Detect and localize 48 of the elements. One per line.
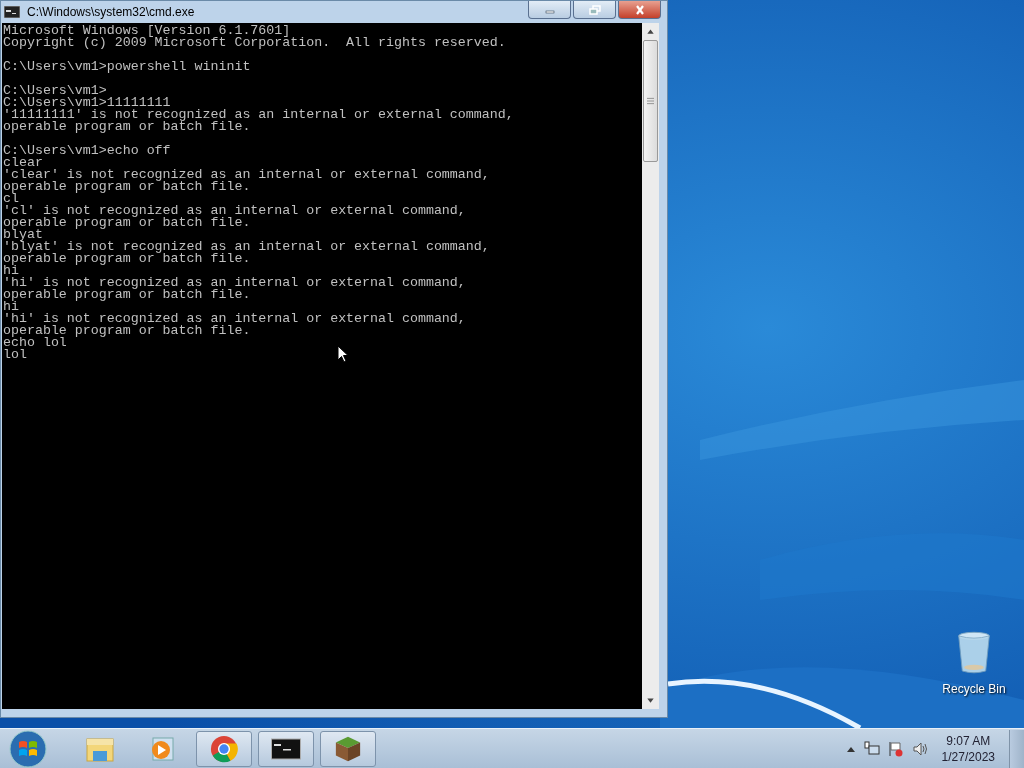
console-line: operable program or batch file. bbox=[3, 181, 251, 193]
console-line: '11111111' is not recognized as an internal or external command, bbox=[3, 109, 514, 121]
restore-icon bbox=[588, 4, 601, 15]
console-line: operable program or batch file. bbox=[3, 253, 251, 265]
console-line: Copyright (c) 2009 Microsoft Corporation. All rights reserved. bbox=[3, 37, 506, 49]
console-line: 'cl' is not recognized as an internal or external command, bbox=[3, 205, 466, 217]
pointer-icon bbox=[337, 345, 349, 363]
taskbar-button[interactable] bbox=[258, 730, 314, 767]
grip-icon bbox=[647, 97, 654, 105]
console-line: 'hi' is not recognized as an internal or external command, bbox=[3, 313, 466, 325]
console-line: hi bbox=[3, 301, 19, 313]
clock[interactable]: 9:07 AM 1/27/2023 bbox=[935, 732, 1001, 765]
console-line: Microsoft Windows [Version 6.1.7601] bbox=[3, 25, 291, 37]
clock-date: 1/27/2023 bbox=[941, 748, 995, 765]
console-line: C:\Users\vm1>11111111 bbox=[3, 97, 171, 109]
close-button[interactable] bbox=[618, 1, 661, 19]
console-line: 'hi' is not recognized as an internal or external command, bbox=[3, 277, 466, 289]
console-line: operable program or batch file. bbox=[3, 289, 251, 301]
console-line: hi bbox=[3, 265, 19, 277]
console-line: clear bbox=[3, 157, 43, 169]
console-line: C:\Users\vm1>echo off bbox=[3, 145, 171, 157]
taskbar-button[interactable] bbox=[320, 730, 376, 767]
close-icon bbox=[633, 4, 646, 15]
trash-bin-icon[interactable] bbox=[956, 630, 992, 676]
console-line: 'blyat' is not recognized as an internal or external command, bbox=[3, 241, 490, 253]
icon-label[interactable]: Recycle Bin bbox=[942, 682, 1006, 696]
window-title: C:\Windows\system32\cmd.exe bbox=[27, 5, 195, 19]
grass-block-icon bbox=[333, 734, 363, 763]
console-line: C:\Users\vm1> bbox=[3, 85, 107, 97]
scrollbar[interactable] bbox=[642, 23, 659, 709]
console-line: operable program or batch file. bbox=[3, 325, 251, 337]
speaker-icon[interactable] bbox=[911, 740, 928, 757]
console-line: cl bbox=[3, 193, 19, 205]
console-line: C:\Users\vm1>powershell wininit bbox=[3, 61, 251, 73]
console-line: operable program or batch file. bbox=[3, 121, 251, 133]
network-icon[interactable] bbox=[863, 740, 880, 757]
console-line: operable program or batch file. bbox=[3, 217, 251, 229]
browser-icon bbox=[209, 734, 239, 763]
console-line: blyat bbox=[3, 229, 43, 241]
minimize-button[interactable] bbox=[528, 1, 571, 19]
console-line: echo lol bbox=[3, 337, 67, 349]
restore-button[interactable] bbox=[573, 1, 616, 19]
console-line: lol bbox=[3, 349, 27, 361]
start-button[interactable] bbox=[8, 728, 48, 768]
clock-time: 9:07 AM bbox=[946, 732, 991, 749]
console-line: 'clear' is not recognized as an internal or external command, bbox=[3, 169, 490, 181]
flag-icon[interactable] bbox=[887, 740, 904, 757]
console-icon bbox=[4, 6, 20, 18]
